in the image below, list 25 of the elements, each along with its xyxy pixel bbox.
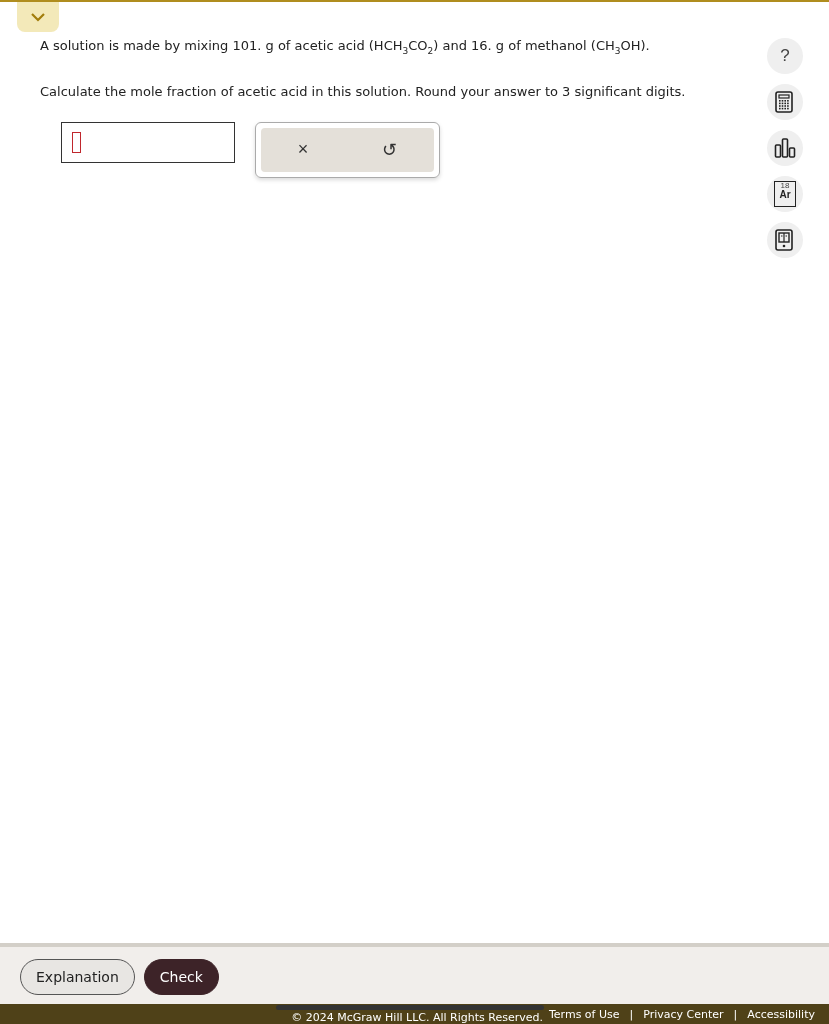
reference-button[interactable] xyxy=(767,222,803,258)
question-text: Calculate the mole fraction of acetic acid in this solution. Round your answer to 3 significant digits. xyxy=(40,83,686,99)
scrollbar[interactable] xyxy=(276,1005,544,1010)
separator: | xyxy=(733,1007,738,1021)
collapse-toggle[interactable] xyxy=(17,2,59,32)
check-button[interactable]: Check xyxy=(143,959,219,995)
tablet-icon xyxy=(774,229,796,251)
undo-button[interactable]: ↺ xyxy=(376,136,404,163)
clear-button[interactable]: × xyxy=(291,137,315,163)
footer-link[interactable]: Accessibility xyxy=(747,1007,815,1021)
element-tile-icon: 18 Ar xyxy=(774,181,796,207)
explanation-button[interactable]: Explanation xyxy=(20,959,135,995)
chart-button[interactable] xyxy=(767,130,803,166)
help-button[interactable]: ? xyxy=(767,38,803,74)
calculator-button[interactable] xyxy=(767,84,803,120)
calculator-icon xyxy=(774,91,796,113)
footer-link[interactable]: Privacy Center xyxy=(643,1007,724,1021)
question-text: A solution is made by mixing 101. g of acetic acid (HCH$_{3}$CO$_{2}$) and 16. g of methanol (CH$_{3}$OH). xyxy=(40,38,651,56)
answer-field[interactable] xyxy=(61,121,235,163)
chevron-icon xyxy=(29,10,47,24)
footer-link[interactable]: Terms of Use xyxy=(548,1007,620,1021)
copyright-text: © 2024 McGraw Hill LLC. All Rights Reserved. xyxy=(291,1010,543,1024)
separator: | xyxy=(629,1007,634,1021)
bar-chart-icon xyxy=(774,137,796,159)
periodic-table-button[interactable]: 18 Ar xyxy=(767,176,803,212)
